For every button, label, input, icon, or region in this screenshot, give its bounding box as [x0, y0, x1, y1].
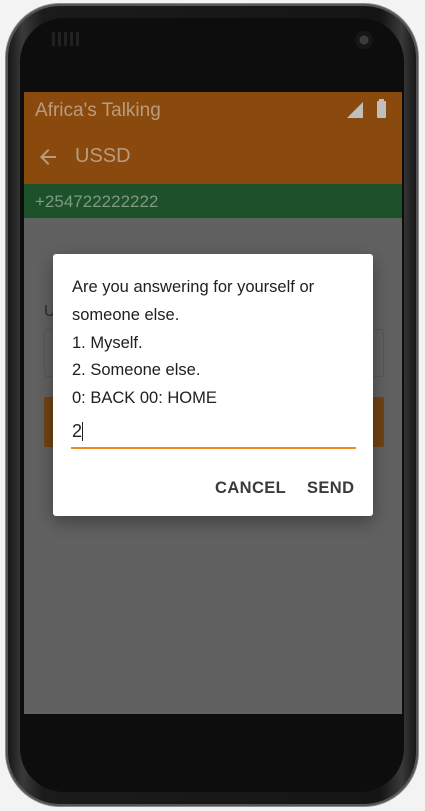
- speaker-grille-icon: [52, 32, 80, 46]
- ussd-dialog: Are you answering for yourself or someon…: [53, 254, 373, 516]
- battery-icon: [377, 99, 386, 118]
- phone-number-bar: +254722222222: [24, 184, 402, 218]
- ussd-reply-input[interactable]: [71, 418, 356, 449]
- status-bar: Africa's Talking: [24, 92, 402, 129]
- cancel-button[interactable]: CANCEL: [215, 479, 286, 498]
- ussd-message: Are you answering for yourself or someon…: [72, 278, 315, 408]
- back-arrow-icon[interactable]: [36, 145, 60, 169]
- phone-number: +254722222222: [35, 192, 159, 211]
- page-title: USSD: [75, 145, 131, 167]
- signal-strength-icon: [347, 102, 363, 118]
- text-cursor: [82, 422, 83, 441]
- app-bar: USSD: [24, 129, 402, 184]
- front-camera-icon: [355, 31, 373, 49]
- send-button[interactable]: SEND: [307, 479, 354, 498]
- status-bar-title: Africa's Talking: [35, 100, 161, 121]
